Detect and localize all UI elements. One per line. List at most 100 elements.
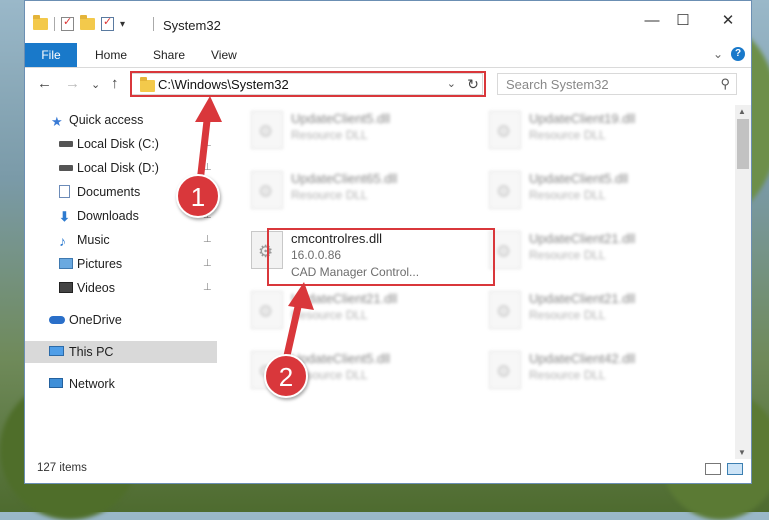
drive-icon <box>59 165 73 171</box>
file-tile[interactable]: UpdateClient21.dll Resource DLL <box>483 285 713 337</box>
sidebar-item-label: Music <box>77 233 110 247</box>
forward-button[interactable]: → <box>65 75 80 92</box>
computer-icon <box>49 346 64 356</box>
file-name: UpdateClient21.dll <box>291 291 398 306</box>
search-placeholder: Search System32 <box>506 77 609 92</box>
file-tile[interactable]: UpdateClient5.dll Resource DLL <box>483 165 713 217</box>
vertical-scrollbar[interactable]: ▲ ▼ <box>735 105 751 459</box>
sidebar-item-this-pc[interactable]: This PC <box>25 341 217 363</box>
title-bar: ▾ System32 — ☐ ✕ <box>25 1 751 41</box>
dll-file-icon <box>251 171 283 209</box>
sidebar-item-music[interactable]: ♪ Music ⊥ <box>25 229 217 251</box>
sidebar-item-quick-access[interactable]: ★ Quick access <box>25 109 217 131</box>
file-tile[interactable]: UpdateClient65.dll Resource DLL <box>245 165 475 217</box>
callout-number-1: 1 <box>176 174 220 218</box>
pin-icon[interactable]: ⊥ <box>203 277 212 299</box>
sidebar-item-onedrive[interactable]: OneDrive <box>25 309 217 331</box>
folder-icon <box>33 15 48 30</box>
ribbon-tabs: File Home Share View ⌄ ? <box>25 43 751 68</box>
file-tile[interactable]: UpdateClient19.dll Resource DLL <box>483 105 713 157</box>
file-description: Resource DLL <box>529 308 606 322</box>
pin-icon[interactable]: ⊥ <box>203 229 212 251</box>
quick-access-dropdown[interactable]: ▾ <box>120 19 125 30</box>
tab-view[interactable]: View <box>211 43 237 67</box>
sidebar-item-label: Documents <box>77 185 141 199</box>
documents-icon <box>59 185 70 198</box>
file-tile[interactable]: UpdateClient5.dll Resource DLL <box>245 105 475 157</box>
file-description: Resource DLL <box>529 368 606 382</box>
ribbon-controls: ⌄ ? <box>713 47 745 61</box>
navigation-pane: ★ Quick access Local Disk (C:) ⊥ Local D… <box>25 105 217 391</box>
file-tile[interactable]: UpdateClient21.dll Resource DLL <box>245 285 475 337</box>
scroll-down-icon[interactable]: ▼ <box>738 448 746 457</box>
tiles-view-icon[interactable] <box>727 463 743 475</box>
callout-number-2: 2 <box>264 354 308 398</box>
properties-icon[interactable] <box>61 15 74 31</box>
file-name: UpdateClient21.dll <box>529 231 636 246</box>
file-name: UpdateClient5.dll <box>291 111 391 126</box>
quick-access-toolbar: ▾ <box>33 15 125 31</box>
pin-icon[interactable]: ⊥ <box>203 253 212 275</box>
close-button[interactable]: ✕ <box>713 11 743 31</box>
new-folder-icon[interactable] <box>80 15 95 30</box>
tab-file[interactable]: File <box>25 43 77 67</box>
file-highlight-box <box>267 228 495 286</box>
sidebar-item-local-disk-c[interactable]: Local Disk (C:) ⊥ <box>25 133 217 155</box>
view-switcher <box>705 463 743 475</box>
sidebar-item-label: Local Disk (C:) <box>77 137 159 151</box>
toolbar-separator <box>54 17 55 31</box>
search-icon[interactable]: ⚲ <box>720 76 730 92</box>
pictures-icon <box>59 258 73 269</box>
address-highlight-box <box>130 71 486 97</box>
file-name: UpdateClient42.dll <box>529 351 636 366</box>
sidebar-item-videos[interactable]: Videos ⊥ <box>25 277 217 299</box>
sidebar-item-label: Pictures <box>77 257 123 271</box>
sidebar-item-label: This PC <box>69 345 114 359</box>
file-tile[interactable]: UpdateClient21.dll Resource DLL <box>483 225 713 277</box>
sidebar-item-label: Downloads <box>77 209 139 223</box>
star-icon: ★ <box>51 114 63 129</box>
dll-file-icon <box>251 111 283 149</box>
sidebar-item-pictures[interactable]: Pictures ⊥ <box>25 253 217 275</box>
file-description: Resource DLL <box>291 188 368 202</box>
minimize-button[interactable]: — <box>637 11 667 31</box>
pin-icon[interactable]: ⊥ <box>203 133 212 155</box>
maximize-button[interactable]: ☐ <box>668 11 698 31</box>
scroll-up-icon[interactable]: ▲ <box>738 107 746 116</box>
file-description: Resource DLL <box>529 188 606 202</box>
collapse-ribbon-icon[interactable]: ⌄ <box>713 47 723 61</box>
file-name: UpdateClient19.dll <box>529 111 636 126</box>
search-input[interactable]: Search System32 ⚲ <box>497 73 737 95</box>
sidebar-item-label: Videos <box>77 281 115 295</box>
tab-share[interactable]: Share <box>153 43 185 67</box>
file-name: UpdateClient5.dll <box>529 171 629 186</box>
network-icon <box>49 378 63 388</box>
sidebar-item-network[interactable]: Network <box>25 373 217 395</box>
file-name: UpdateClient5.dll <box>291 351 391 366</box>
sidebar-item-label: Network <box>69 377 115 391</box>
file-description: Resource DLL <box>529 128 606 142</box>
item-count: 127 items <box>37 462 87 474</box>
up-button[interactable]: ↑ <box>111 75 119 92</box>
videos-icon <box>59 282 73 293</box>
dll-file-icon <box>489 111 521 149</box>
file-tile[interactable]: UpdateClient42.dll Resource DLL <box>483 345 713 397</box>
sidebar-item-label: OneDrive <box>69 313 122 327</box>
window-title: System32 <box>163 18 221 33</box>
music-icon: ♪ <box>59 233 66 249</box>
tab-home[interactable]: Home <box>95 43 127 67</box>
dll-file-icon <box>489 171 521 209</box>
sidebar-item-label: Local Disk (D:) <box>77 161 159 175</box>
help-icon[interactable]: ? <box>731 47 745 61</box>
customize-icon[interactable] <box>101 15 114 31</box>
dll-file-icon <box>489 291 521 329</box>
drive-icon <box>59 141 73 147</box>
recent-locations-button[interactable]: ⌄ <box>91 78 100 91</box>
scrollbar-thumb[interactable] <box>737 119 749 169</box>
file-description: Resource DLL <box>529 248 606 262</box>
file-description: Resource DLL <box>291 308 368 322</box>
details-view-icon[interactable] <box>705 463 721 475</box>
file-name: UpdateClient21.dll <box>529 291 636 306</box>
back-button[interactable]: ← <box>37 75 52 92</box>
explorer-window: ▾ System32 — ☐ ✕ File Home Share View ⌄ … <box>24 0 752 484</box>
